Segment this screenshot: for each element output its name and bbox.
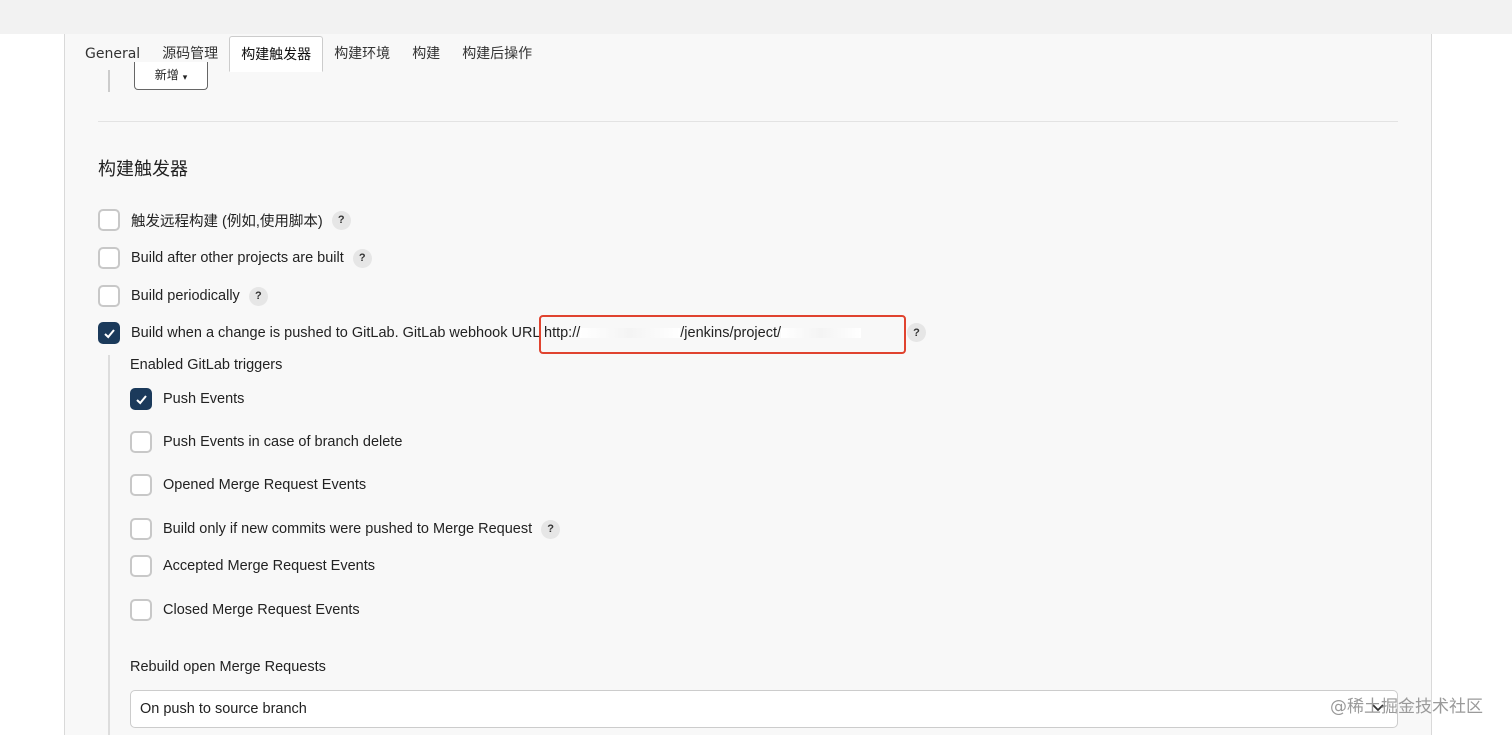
help-icon[interactable]: ? bbox=[541, 519, 561, 539]
caret-down-icon: ▾ bbox=[182, 72, 188, 82]
trigger-after-other-projects-label: Build after other projects are built bbox=[131, 250, 344, 266]
nested-section-line bbox=[108, 70, 110, 92]
trigger-gitlab-push-checkbox[interactable] bbox=[98, 322, 120, 344]
event-push: Push Events bbox=[130, 388, 244, 410]
event-accepted-mr-label: Accepted Merge Request Events bbox=[163, 558, 375, 574]
add-button-label: 新增 bbox=[154, 68, 179, 82]
trigger-remote-label: 触发远程构建 (例如,使用脚本) bbox=[131, 213, 323, 230]
tab-post-build-actions[interactable]: 构建后操作 bbox=[451, 36, 543, 72]
trigger-remote: 触发远程构建 (例如,使用脚本) ? bbox=[98, 209, 351, 231]
tab-build-environment[interactable]: 构建环境 bbox=[323, 36, 401, 72]
event-build-new-commits-mr: Build only if new commits were pushed to… bbox=[130, 518, 561, 540]
event-accepted-mr: Accepted Merge Request Events bbox=[130, 555, 375, 577]
add-button[interactable]: 新增 ▾ bbox=[134, 62, 208, 90]
enabled-gitlab-triggers-title: Enabled GitLab triggers bbox=[130, 357, 283, 373]
event-opened-mr-label: Opened Merge Request Events bbox=[163, 477, 367, 493]
trigger-gitlab-push-label: Build when a change is pushed to GitLab.… bbox=[131, 325, 541, 341]
gitlab-options-line bbox=[108, 355, 110, 735]
rebuild-mr-title: Rebuild open Merge Requests bbox=[130, 659, 326, 675]
webhook-help: ? bbox=[898, 323, 926, 342]
top-bar bbox=[0, 0, 1512, 34]
watermark: @稀土掘金技术社区 bbox=[1330, 697, 1483, 717]
event-push-label: Push Events bbox=[163, 391, 245, 407]
event-build-new-commits-mr-label: Build only if new commits were pushed to… bbox=[163, 521, 533, 537]
event-push-branch-delete: Push Events in case of branch delete bbox=[130, 431, 402, 453]
rebuild-mr-select-value: On push to source branch bbox=[140, 701, 307, 717]
help-icon[interactable]: ? bbox=[352, 248, 372, 268]
trigger-after-other-projects-checkbox[interactable] bbox=[98, 247, 120, 269]
event-closed-mr-checkbox[interactable] bbox=[130, 599, 152, 621]
trigger-periodically-label: Build periodically bbox=[131, 288, 240, 304]
event-push-branch-delete-checkbox[interactable] bbox=[130, 431, 152, 453]
rebuild-mr-select[interactable]: On push to source branch bbox=[130, 690, 1398, 728]
event-push-checkbox[interactable] bbox=[130, 388, 152, 410]
trigger-periodically-checkbox[interactable] bbox=[98, 285, 120, 307]
event-build-new-commits-mr-checkbox[interactable] bbox=[130, 518, 152, 540]
help-icon[interactable]: ? bbox=[331, 210, 351, 230]
help-icon[interactable]: ? bbox=[248, 286, 268, 306]
section-title: 构建触发器 bbox=[98, 159, 188, 180]
event-opened-mr-checkbox[interactable] bbox=[130, 474, 152, 496]
trigger-remote-checkbox[interactable] bbox=[98, 209, 120, 231]
webhook-url-highlight bbox=[539, 315, 906, 354]
tab-build-triggers[interactable]: 构建触发器 bbox=[229, 36, 324, 72]
config-panel bbox=[64, 34, 1432, 735]
event-closed-mr: Closed Merge Request Events bbox=[130, 599, 360, 621]
event-opened-mr: Opened Merge Request Events bbox=[130, 474, 366, 496]
event-push-branch-delete-label: Push Events in case of branch delete bbox=[163, 434, 403, 450]
tab-build[interactable]: 构建 bbox=[401, 36, 451, 72]
help-icon[interactable]: ? bbox=[907, 323, 926, 342]
section-divider bbox=[98, 121, 1398, 122]
trigger-gitlab-push: Build when a change is pushed to GitLab.… bbox=[98, 322, 540, 344]
event-accepted-mr-checkbox[interactable] bbox=[130, 555, 152, 577]
trigger-periodically: Build periodically ? bbox=[98, 285, 268, 307]
trigger-after-other-projects: Build after other projects are built ? bbox=[98, 247, 372, 269]
event-closed-mr-label: Closed Merge Request Events bbox=[163, 602, 360, 618]
